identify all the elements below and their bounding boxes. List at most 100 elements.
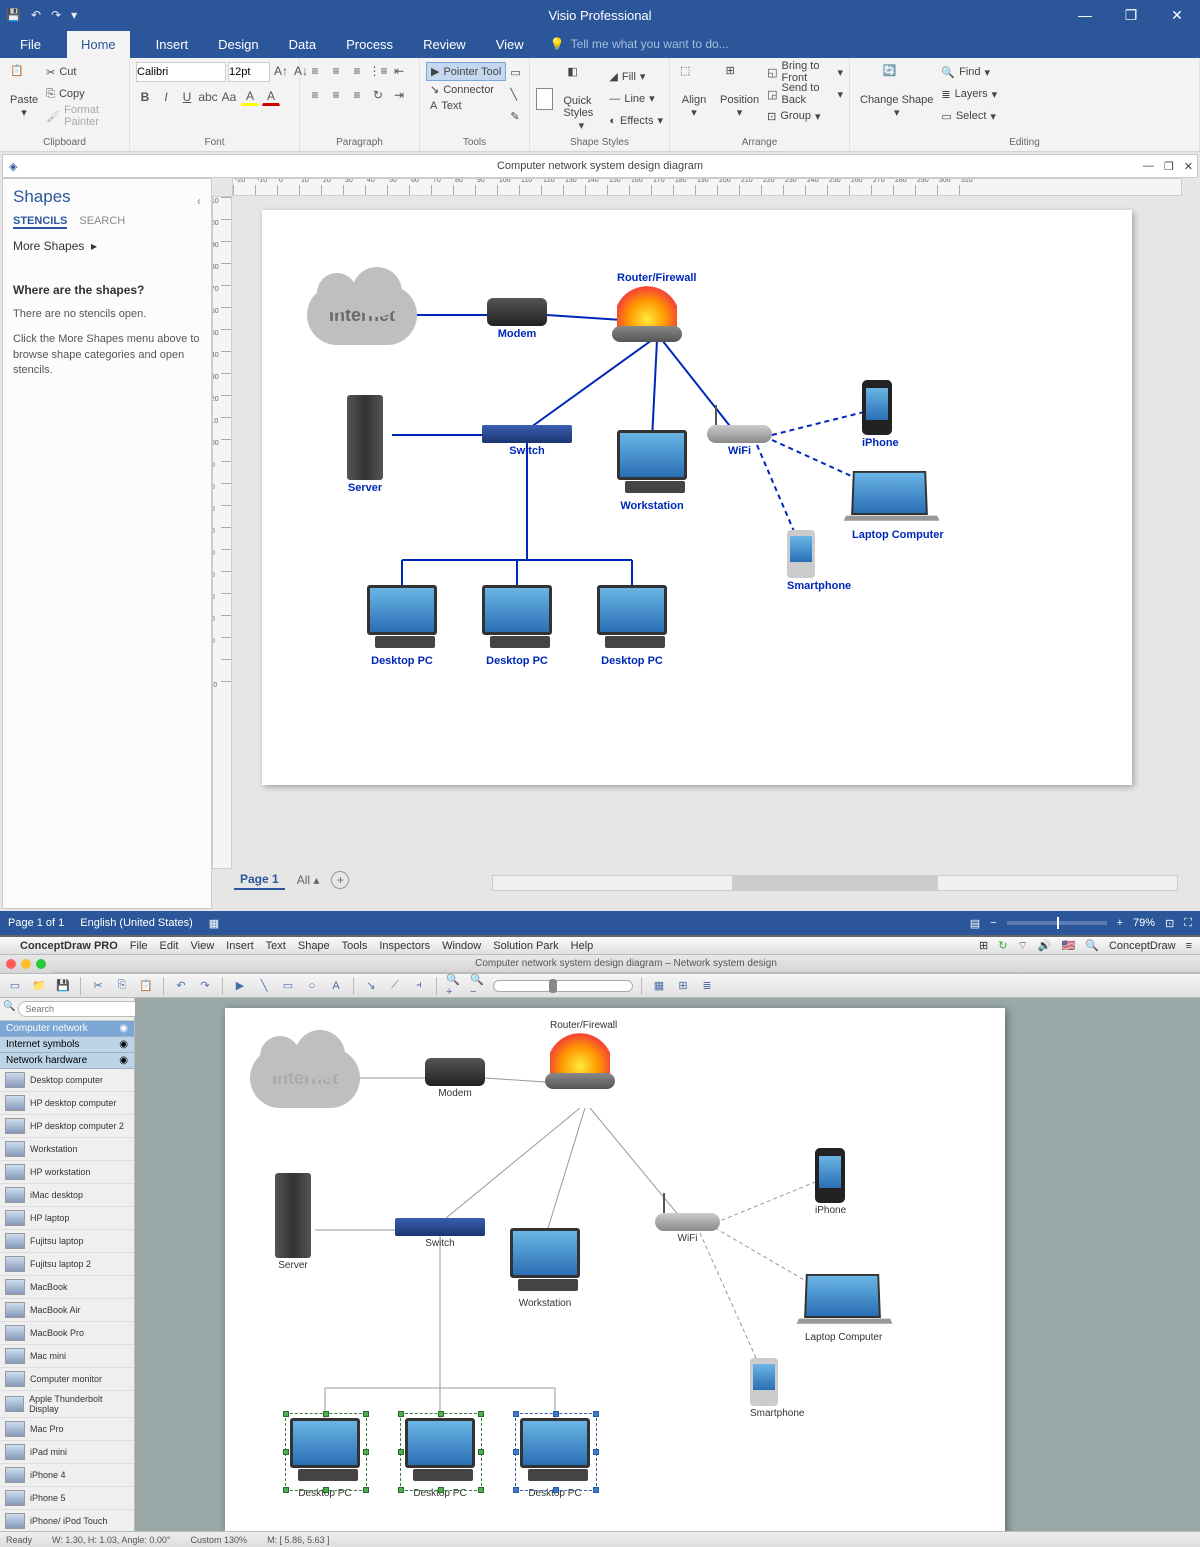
change-shape-button[interactable]: 🔄Change Shape ▾ xyxy=(856,62,937,121)
fit-page-icon[interactable]: ⊡ xyxy=(1165,917,1174,930)
restore-button[interactable]: ❐ xyxy=(1108,0,1154,30)
node-router[interactable]: Router/Firewall xyxy=(617,270,696,334)
grid-icon[interactable]: ⊞ xyxy=(979,939,988,952)
library-item[interactable]: Desktop computer xyxy=(0,1069,134,1092)
library-item[interactable]: iPhone/ iPod Touch xyxy=(0,1510,134,1531)
search-tab[interactable]: SEARCH xyxy=(79,215,125,229)
tb-cut-icon[interactable]: ✂ xyxy=(89,977,107,995)
undo-icon[interactable]: ↶ xyxy=(31,8,41,22)
tb-align-icon[interactable]: ⫞ xyxy=(410,977,428,995)
library-item[interactable]: HP workstation xyxy=(0,1161,134,1184)
tb-open-icon[interactable]: 📁 xyxy=(30,977,48,995)
fontcolor-button[interactable]: A xyxy=(262,88,280,106)
cat-internet-symbols[interactable]: Internet symbols◉ xyxy=(0,1037,134,1053)
menu-shape[interactable]: Shape xyxy=(298,940,330,952)
node-server[interactable]: Server xyxy=(347,395,383,494)
doc-restore-button[interactable]: ❐ xyxy=(1164,160,1174,173)
connector-tool-button[interactable]: ↘ Connector xyxy=(426,81,506,98)
line-tool-icon[interactable]: ╲ xyxy=(510,84,520,104)
tb-line-icon[interactable]: ╲ xyxy=(255,977,273,995)
quick-styles-button[interactable]: ◧Quick Styles ▾ xyxy=(559,63,603,134)
cd-node-laptop[interactable]: Laptop Computer xyxy=(805,1273,882,1343)
menu-tools[interactable]: Tools xyxy=(342,940,368,952)
cd-node-wifi[interactable]: WiFi xyxy=(655,1213,720,1244)
tell-me-search[interactable]: 💡 Tell me what you want to do... xyxy=(550,37,729,51)
wifi-status-icon[interactable]: ⌔ xyxy=(1017,939,1027,953)
increase-font-icon[interactable]: A↑ xyxy=(272,62,290,80)
menu-solutionpark[interactable]: Solution Park xyxy=(493,940,558,952)
library-item[interactable]: iMac desktop xyxy=(0,1184,134,1207)
rect-tool-icon[interactable]: ▭ xyxy=(510,62,520,82)
effects-button[interactable]: ◐ Effects ▾ xyxy=(609,111,663,131)
selection-box-2[interactable] xyxy=(400,1413,482,1491)
tab-view[interactable]: View xyxy=(492,31,528,58)
layers-button[interactable]: ≣ Layers ▾ xyxy=(941,84,997,104)
add-page-button[interactable]: + xyxy=(331,871,349,889)
tb-rect-icon[interactable]: ▭ xyxy=(279,977,297,995)
text-tool-button[interactable]: A Text xyxy=(426,98,506,114)
stencils-tab[interactable]: STENCILS xyxy=(13,215,67,229)
collapse-pane-icon[interactable]: ‹ xyxy=(197,194,201,208)
save-icon[interactable]: 💾 xyxy=(6,8,21,22)
pointer-tool-button[interactable]: ▶ Pointer Tool xyxy=(426,62,506,81)
position-button[interactable]: ⊞Position ▾ xyxy=(716,62,763,121)
align-mid-icon[interactable]: ≡ xyxy=(327,62,345,80)
menu-file[interactable]: File xyxy=(130,940,148,952)
close-button[interactable]: ✕ xyxy=(1154,0,1200,30)
library-item[interactable]: MacBook xyxy=(0,1276,134,1299)
rotate-text-icon[interactable]: ↻ xyxy=(369,86,387,104)
cd-node-smartphone[interactable]: Smartphone xyxy=(750,1358,804,1419)
node-desktop1[interactable]: Desktop PC xyxy=(367,585,437,667)
menu-view[interactable]: View xyxy=(191,940,215,952)
flag-icon[interactable]: 🇺🇸 xyxy=(1062,939,1076,952)
drawing-page[interactable]: Internet Modem Router/Firewall Server Sw… xyxy=(262,210,1132,785)
tb-paste-icon[interactable]: 📋 xyxy=(137,977,155,995)
tab-review[interactable]: Review xyxy=(419,31,470,58)
menu-inspectors[interactable]: Inspectors xyxy=(379,940,430,952)
tab-insert[interactable]: Insert xyxy=(152,31,193,58)
zoom-traffic-button[interactable] xyxy=(36,959,46,969)
cd-node-internet[interactable]: Internet xyxy=(250,1048,360,1108)
bring-front-button[interactable]: ◱ Bring to Front ▾ xyxy=(767,62,843,82)
tb-ellipse-icon[interactable]: ○ xyxy=(303,977,321,995)
cat-network-hardware[interactable]: Network hardware◉ xyxy=(0,1053,134,1069)
tb-zoom-slider[interactable] xyxy=(493,980,633,992)
library-item[interactable]: Apple Thunderbolt Display xyxy=(0,1391,134,1418)
library-item[interactable]: Mac Pro xyxy=(0,1418,134,1441)
highlight-button[interactable]: A xyxy=(241,88,259,106)
library-item[interactable]: Fujitsu laptop 2 xyxy=(0,1253,134,1276)
tb-zoomout-icon[interactable]: 🔍− xyxy=(469,977,487,995)
minimize-traffic-button[interactable] xyxy=(21,959,31,969)
macro-icon[interactable]: ▦ xyxy=(209,917,219,930)
font-size-select[interactable] xyxy=(228,62,270,82)
canvas-zone[interactable]: Internet Modem Router/Firewall Server Sw… xyxy=(212,178,1198,909)
copy-button[interactable]: ⎘ Copy xyxy=(46,84,123,104)
menu-help[interactable]: Help xyxy=(571,940,594,952)
library-item[interactable]: MacBook Air xyxy=(0,1299,134,1322)
tb-layers-icon[interactable]: ≣ xyxy=(698,977,716,995)
cat-computer-network[interactable]: Computer network◉ xyxy=(0,1021,134,1037)
node-workstation[interactable]: Workstation xyxy=(617,430,687,512)
status-language[interactable]: English (United States) xyxy=(80,917,193,929)
send-back-button[interactable]: ◲ Send to Back ▾ xyxy=(767,84,843,104)
library-item[interactable]: iPad mini xyxy=(0,1441,134,1464)
volume-icon[interactable]: 🔊 xyxy=(1038,939,1052,952)
underline-button[interactable]: U xyxy=(178,88,196,106)
indent-inc-icon[interactable]: ⇥ xyxy=(390,86,408,104)
zoom-in-button[interactable]: + xyxy=(1117,917,1123,929)
library-item[interactable]: MacBook Pro xyxy=(0,1322,134,1345)
library-search-input[interactable] xyxy=(18,1001,149,1017)
app-name[interactable]: ConceptDraw PRO xyxy=(20,940,118,952)
bullets-icon[interactable]: ⋮≡ xyxy=(369,62,387,80)
cd-status-zoom[interactable]: Custom 130% xyxy=(191,1535,248,1545)
align-left-icon[interactable]: ≡ xyxy=(306,86,324,104)
menu-window[interactable]: Window xyxy=(442,940,481,952)
tb-redo-icon[interactable]: ↷ xyxy=(196,977,214,995)
doc-close-button[interactable]: ✕ xyxy=(1184,160,1193,173)
node-wifi[interactable]: WiFi xyxy=(707,425,772,457)
horizontal-scrollbar[interactable] xyxy=(492,875,1178,891)
indent-dec-icon[interactable]: ⇤ xyxy=(390,62,408,80)
tab-design[interactable]: Design xyxy=(214,31,262,58)
node-laptop[interactable]: Laptop Computer xyxy=(852,470,944,541)
tb-undo-icon[interactable]: ↶ xyxy=(172,977,190,995)
